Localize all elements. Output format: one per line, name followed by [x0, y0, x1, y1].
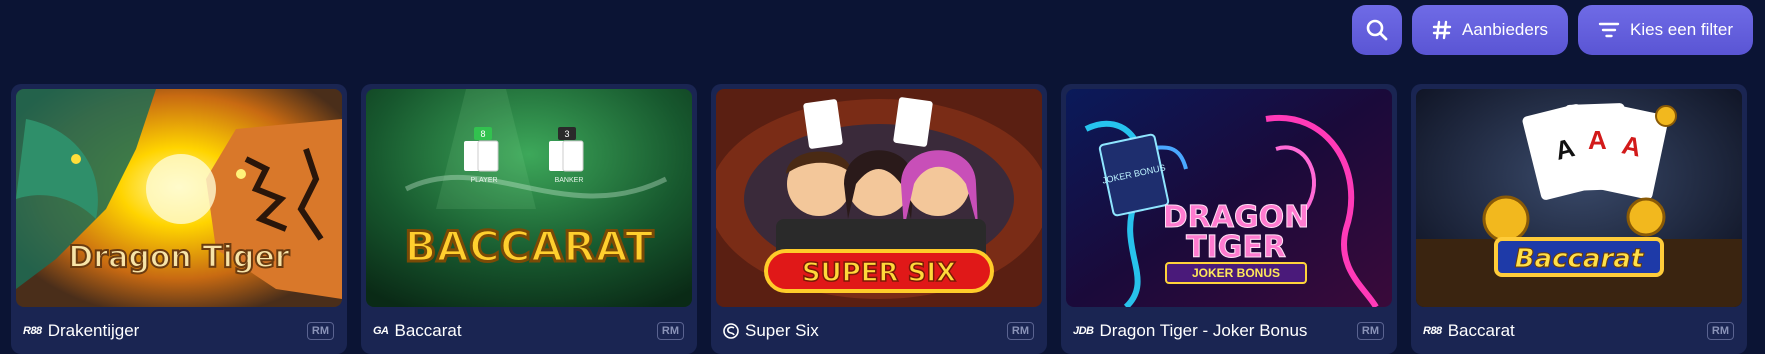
provider-logo-icon	[723, 322, 739, 339]
providers-button[interactable]: Aanbieders	[1411, 5, 1568, 55]
rm-badge: RM	[1006, 321, 1034, 340]
card-footer: Super Six RM	[716, 307, 1042, 354]
card-footer: R88 Baccarat RM	[1416, 307, 1742, 354]
super-six-art: SUPER SIX	[716, 89, 1042, 307]
card-footer: JDB Dragon Tiger - Joker Bonus RM	[1066, 307, 1392, 354]
game-card[interactable]: SUPER SIX Super Six RM	[711, 84, 1047, 354]
svg-text:3: 3	[564, 129, 569, 139]
svg-text:8: 8	[480, 129, 485, 139]
game-grid: Dragon Tiger R88 Drakentijger RM 8 3 PLA…	[11, 84, 1747, 354]
game-name[interactable]: Drakentijger	[48, 321, 301, 341]
game-name[interactable]: Baccarat	[1448, 321, 1701, 341]
art-title: Baccarat	[1515, 244, 1645, 274]
art-title: SUPER SIX	[802, 258, 956, 288]
game-name[interactable]: Dragon Tiger - Joker Bonus	[1100, 321, 1351, 341]
toolbar: Aanbieders Kies een filter	[1351, 5, 1753, 55]
game-card[interactable]: Dragon Tiger R88 Drakentijger RM	[11, 84, 347, 354]
game-card[interactable]: 8 3 PLAYER BANKER BACCARAT GA Baccarat R…	[361, 84, 697, 354]
game-name[interactable]: Super Six	[745, 321, 1001, 341]
rm-badge: RM	[306, 321, 334, 340]
provider-logo: GA	[373, 324, 389, 337]
svg-text:PLAYER: PLAYER	[470, 177, 497, 184]
game-thumbnail[interactable]: Dragon Tiger	[16, 89, 342, 307]
game-name[interactable]: Baccarat	[395, 321, 651, 341]
filter-icon	[1598, 22, 1620, 38]
svg-text:JOKER BONUS: JOKER BONUS	[1192, 266, 1280, 280]
svg-text:BANKER: BANKER	[555, 177, 584, 184]
filter-button[interactable]: Kies een filter	[1578, 5, 1753, 55]
provider-logo: R88	[1423, 324, 1442, 337]
game-thumbnail[interactable]: 8 3 PLAYER BANKER BACCARAT	[366, 89, 692, 307]
game-thumbnail[interactable]: A A A Baccarat	[1416, 89, 1742, 307]
rm-badge: RM	[1356, 321, 1384, 340]
svg-text:A: A	[1588, 125, 1607, 155]
rm-badge: RM	[656, 321, 684, 340]
game-card[interactable]: A A A Baccarat R88 Baccarat RM	[1411, 84, 1747, 354]
art-title: BACCARAT	[405, 222, 654, 271]
game-thumbnail[interactable]: JOKER BONUS DRAGON TIGER JOKER BONUS	[1066, 89, 1392, 307]
dragon-tiger-joker-art: JOKER BONUS DRAGON TIGER JOKER BONUS	[1066, 89, 1392, 307]
card-footer: GA Baccarat RM	[366, 307, 692, 354]
provider-logo: JDB	[1073, 324, 1094, 337]
svg-text:TIGER: TIGER	[1186, 230, 1286, 265]
dragon-tiger-art: Dragon Tiger	[16, 89, 342, 307]
baccarat-gold-art: A A A Baccarat	[1416, 89, 1742, 307]
game-card[interactable]: JOKER BONUS DRAGON TIGER JOKER BONUS JDB…	[1061, 84, 1397, 354]
search-button[interactable]	[1351, 5, 1402, 55]
provider-logo: R88	[23, 324, 42, 337]
game-thumbnail[interactable]: SUPER SIX	[716, 89, 1042, 307]
rm-badge: RM	[1706, 321, 1734, 340]
baccarat-table-art: 8 3 PLAYER BANKER BACCARAT	[366, 89, 692, 307]
providers-label: Aanbieders	[1461, 20, 1548, 39]
hash-icon	[1432, 20, 1452, 40]
filter-label: Kies een filter	[1630, 20, 1733, 39]
art-title: Dragon Tiger	[68, 240, 289, 275]
card-footer: R88 Drakentijger RM	[16, 307, 342, 354]
search-icon	[1366, 19, 1388, 41]
